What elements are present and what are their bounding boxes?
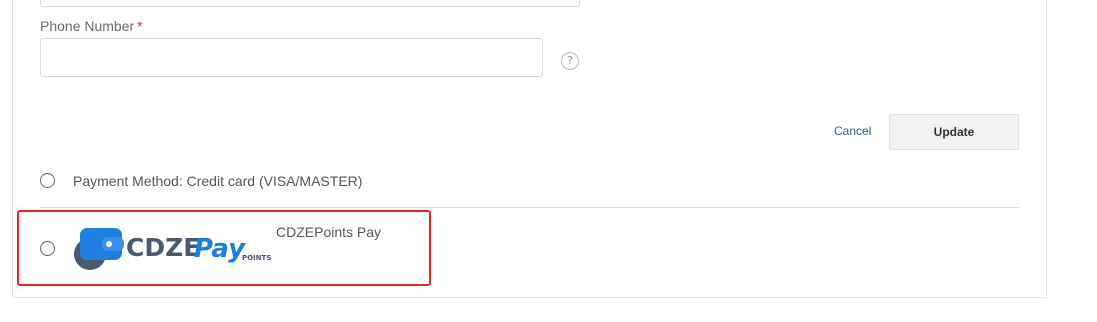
logo-text-cdze: CDZE — [126, 233, 200, 262]
phone-number-label-text: Phone Number — [40, 18, 135, 34]
cancel-link[interactable]: Cancel — [834, 124, 871, 138]
previous-input-field[interactable] — [40, 0, 580, 7]
cdzepoints-pay-label: CDZEPoints Pay — [276, 224, 382, 240]
cdzepay-logo: CDZE Pay POINTS. — [74, 228, 272, 270]
logo-wallet-clasp — [102, 237, 124, 251]
help-icon[interactable]: ? — [561, 52, 579, 70]
phone-number-input[interactable] — [40, 38, 543, 77]
credit-card-method-label: Payment Method: Credit card (VISA/MASTER… — [73, 173, 363, 189]
logo-text-points: POINTS. — [242, 254, 272, 262]
phone-number-label: Phone Number * — [40, 18, 143, 34]
logo-wallet-dot — [106, 241, 112, 247]
update-button[interactable]: Update — [889, 114, 1019, 150]
required-asterisk: * — [137, 18, 143, 34]
radio-credit-card[interactable] — [40, 173, 55, 188]
radio-cdzepoints-pay[interactable] — [40, 241, 55, 256]
logo-text-pay: Pay — [194, 234, 246, 264]
divider — [40, 207, 1019, 208]
